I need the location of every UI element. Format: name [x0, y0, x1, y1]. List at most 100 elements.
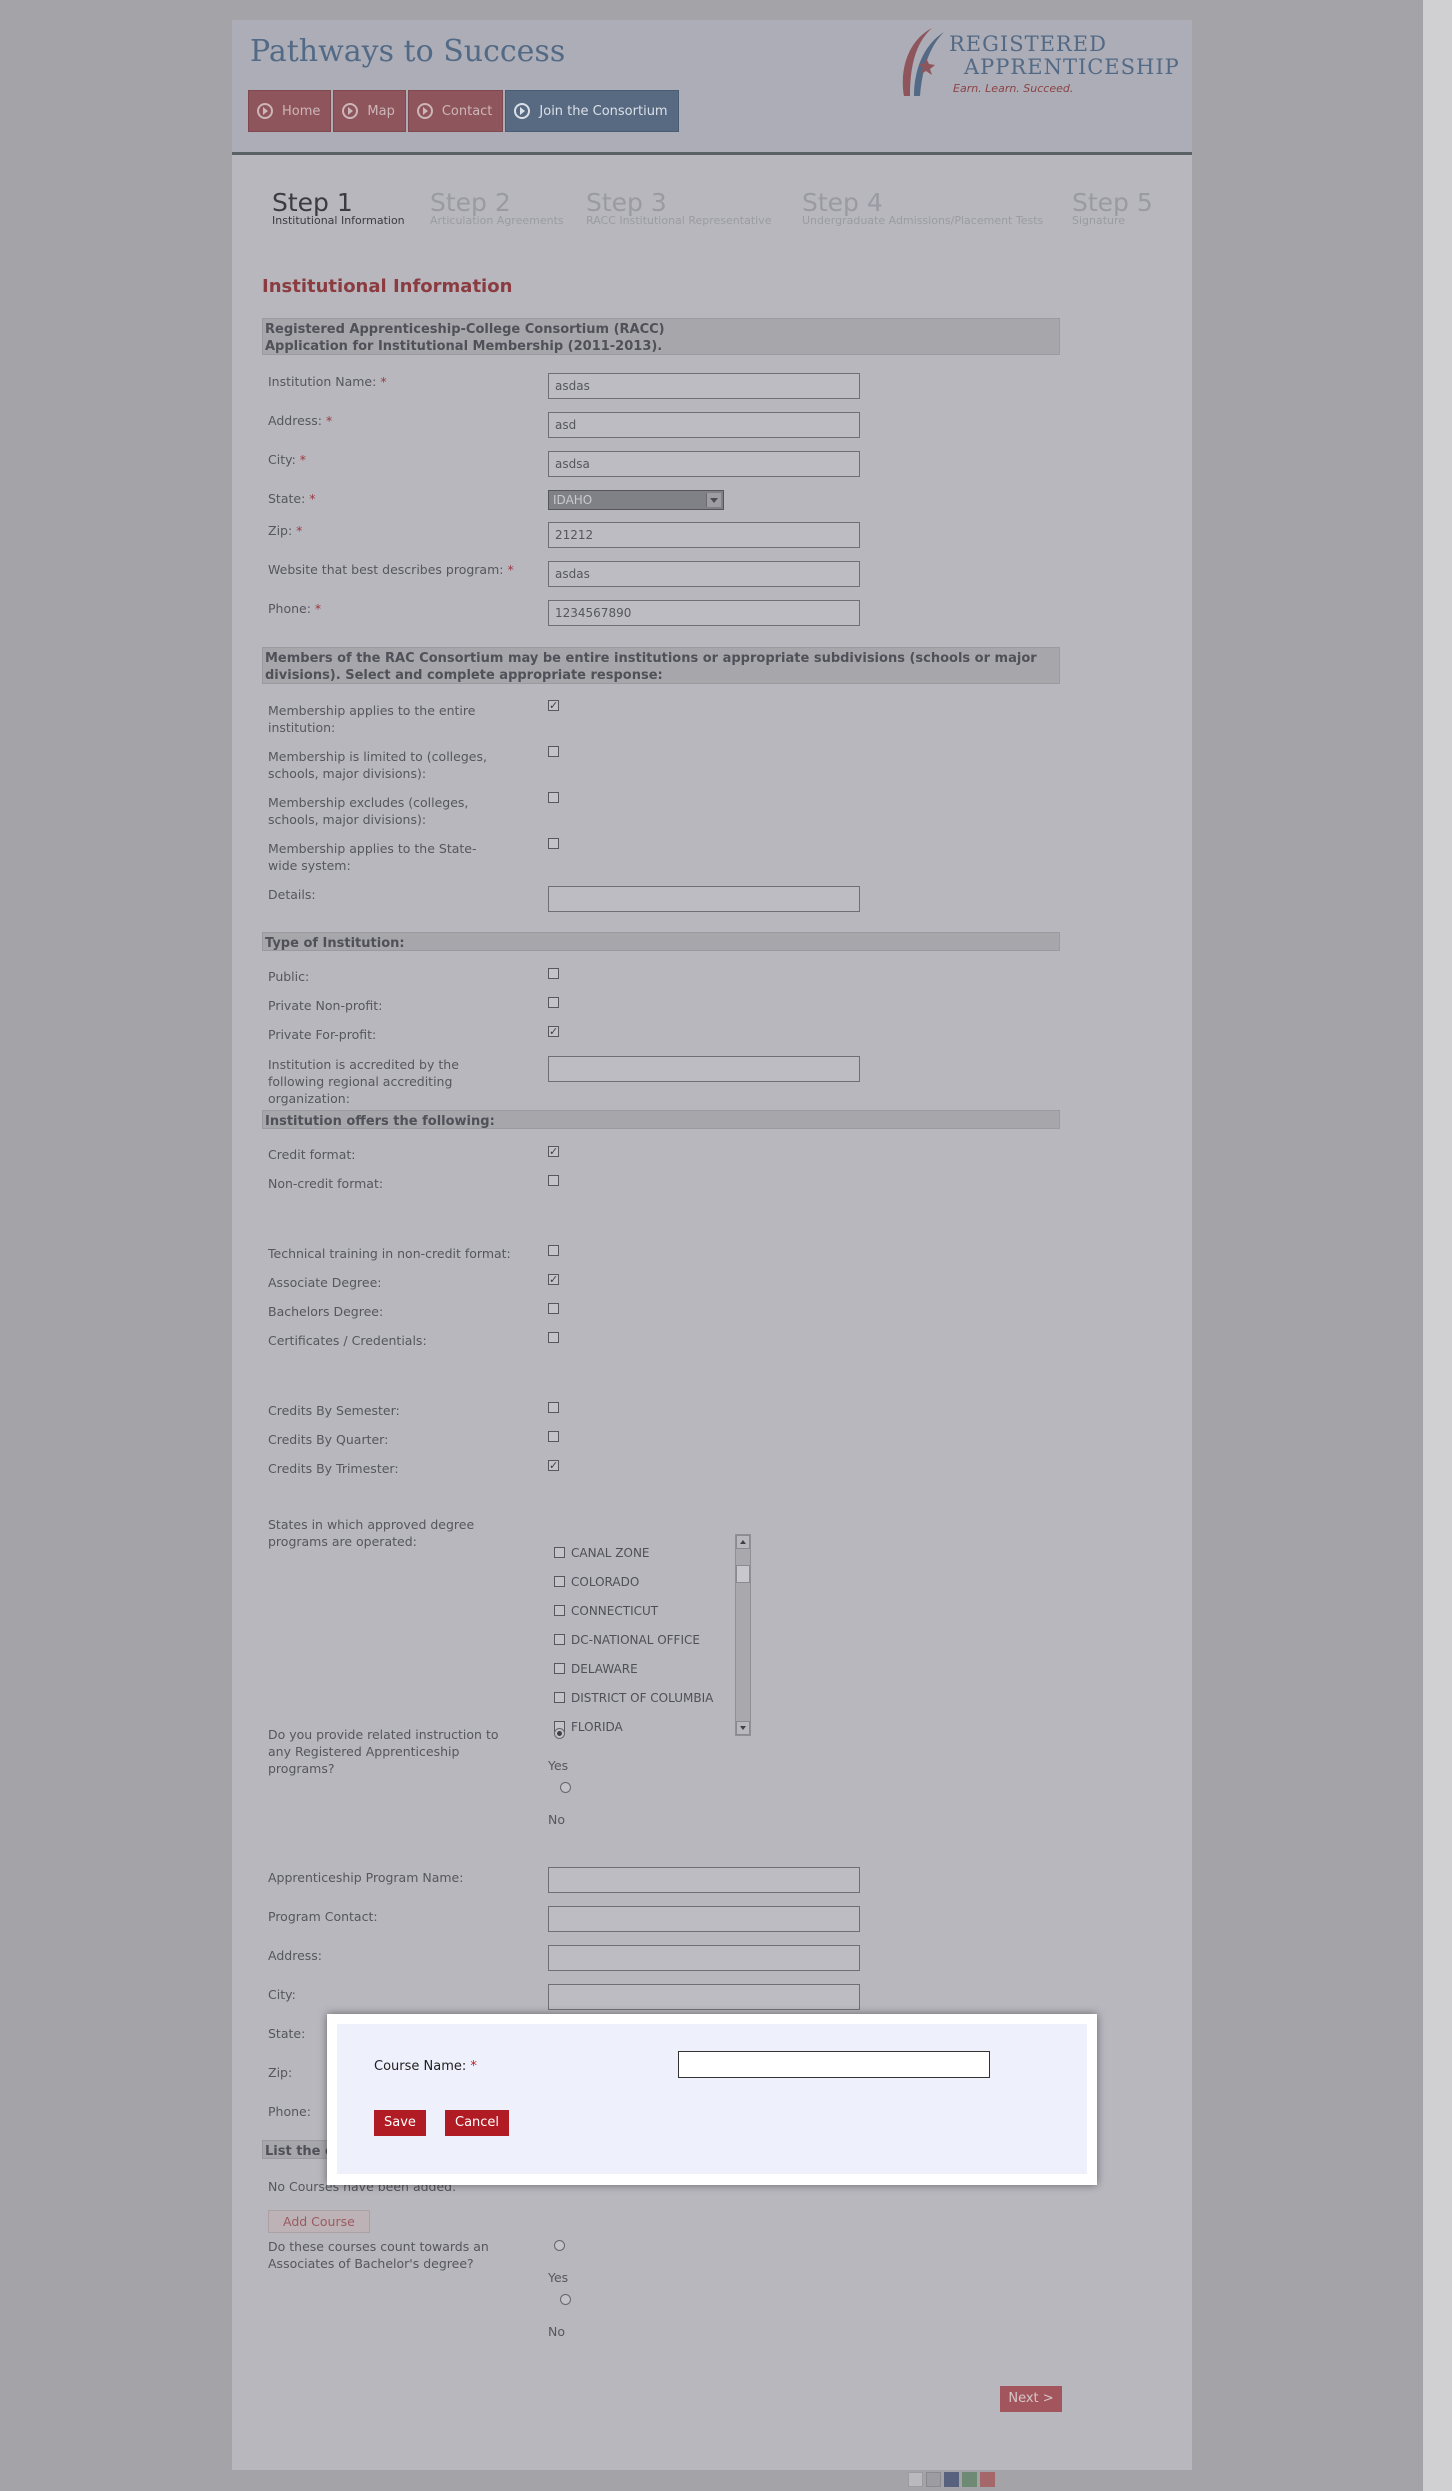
states-scrollbar[interactable] — [735, 1534, 751, 1736]
state-checkbox[interactable] — [554, 1547, 565, 1558]
program-name-input[interactable] — [548, 1867, 860, 1893]
cancel-button[interactable]: Cancel — [445, 2110, 510, 2136]
zip-label: Zip: * — [268, 523, 303, 538]
browser-scrollbar[interactable] — [1423, 0, 1452, 2491]
chevron-down-icon — [706, 493, 721, 507]
list-item[interactable]: COLORADO — [554, 1575, 639, 1589]
address-input[interactable] — [548, 412, 860, 438]
type-public-label: Public: — [268, 969, 310, 984]
details-input[interactable] — [548, 886, 860, 912]
scroll-thumb[interactable] — [736, 1565, 750, 1583]
state-checkbox[interactable] — [554, 1634, 565, 1645]
logo-text-line2: APPRENTICESHIP — [964, 55, 1180, 79]
program-address-label: Address: — [268, 1948, 322, 1963]
add-share-icon[interactable] — [980, 2472, 995, 2487]
phone-input[interactable] — [548, 600, 860, 626]
state-checkbox[interactable] — [554, 1663, 565, 1674]
count-yes-radio[interactable] — [554, 2240, 565, 2251]
section-header-racc: Registered Apprenticeship-College Consor… — [262, 318, 1060, 355]
step-5[interactable]: Step 5 Signature — [1072, 188, 1153, 227]
list-item[interactable]: CONNECTICUT — [554, 1604, 658, 1618]
nav-map[interactable]: Map — [333, 90, 406, 132]
section-header-membership: Members of the RAC Consortium may be ent… — [262, 647, 1060, 684]
certificates-checkbox[interactable] — [548, 1332, 559, 1343]
program-contact-input[interactable] — [548, 1906, 860, 1932]
step-4[interactable]: Step 4 Undergraduate Admissions/Placement… — [802, 188, 1043, 227]
step-2[interactable]: Step 2 Articulation Agreements — [430, 188, 564, 227]
state-checkbox[interactable] — [554, 1605, 565, 1616]
related-yes-radio[interactable] — [554, 1728, 565, 1739]
noncredit-format-checkbox[interactable] — [548, 1175, 559, 1186]
list-item[interactable]: DC-NATIONAL OFFICE — [554, 1633, 700, 1647]
scroll-down-icon[interactable] — [736, 1721, 750, 1735]
email-icon[interactable] — [908, 2472, 923, 2487]
program-city-input[interactable] — [548, 1984, 860, 2010]
program-address-input[interactable] — [548, 1945, 860, 1971]
course-name-input[interactable] — [678, 2051, 990, 2078]
accredited-input[interactable] — [548, 1056, 860, 1082]
type-nonprofit-checkbox[interactable] — [548, 997, 559, 1008]
website-input[interactable] — [548, 561, 860, 587]
step-3[interactable]: Step 3 RACC Institutional Representative — [586, 188, 771, 227]
membership-entire-checkbox[interactable]: ✓ — [548, 700, 559, 711]
type-public-checkbox[interactable] — [548, 968, 559, 979]
list-item[interactable]: CANAL ZONE — [554, 1546, 650, 1560]
website-label: Website that best describes program: * — [268, 562, 514, 577]
list-item[interactable]: DELAWARE — [554, 1662, 638, 1676]
membership-excludes-checkbox[interactable] — [548, 792, 559, 803]
phone-label: Phone: * — [268, 601, 322, 616]
institution-name-input[interactable] — [548, 373, 860, 399]
membership-statewide-checkbox[interactable] — [548, 838, 559, 849]
state-checkbox[interactable] — [554, 1692, 565, 1703]
type-nonprofit-label: Private Non-profit: — [268, 998, 383, 1013]
google-icon[interactable] — [962, 2472, 977, 2487]
credits-trimester-label: Credits By Trimester: — [268, 1461, 399, 1476]
membership-limited-checkbox[interactable] — [548, 746, 559, 757]
list-item[interactable]: DISTRICT OF COLUMBIA — [554, 1691, 713, 1705]
associate-degree-checkbox[interactable]: ✓ — [548, 1274, 559, 1285]
nav-contact[interactable]: Contact — [407, 90, 504, 132]
credits-quarter-checkbox[interactable] — [548, 1431, 559, 1442]
program-name-label: Apprenticeship Program Name: — [268, 1870, 464, 1885]
type-forprofit-checkbox[interactable]: ✓ — [548, 1026, 559, 1037]
program-city-label: City: — [268, 1987, 296, 2002]
step-1[interactable]: Step 1 Institutional Information — [272, 188, 405, 227]
credit-format-label: Credit format: — [268, 1147, 356, 1162]
details-label: Details: — [268, 887, 316, 902]
credits-semester-label: Credits By Semester: — [268, 1403, 400, 1418]
section-header-offers: Institution offers the following: — [262, 1110, 1060, 1129]
credit-format-checkbox[interactable]: ✓ — [548, 1146, 559, 1157]
nav-join-consortium[interactable]: Join the Consortium — [505, 90, 679, 132]
city-input[interactable] — [548, 451, 860, 477]
zip-input[interactable] — [548, 522, 860, 548]
technical-training-label: Technical training in non-credit format: — [268, 1246, 511, 1261]
noncredit-format-label: Non-credit format: — [268, 1176, 384, 1191]
program-contact-label: Program Contact: — [268, 1909, 378, 1924]
count-yes-label: Yes — [548, 2270, 569, 2285]
next-button[interactable]: Next > — [1000, 2386, 1062, 2412]
bachelors-degree-label: Bachelors Degree: — [268, 1304, 384, 1319]
scroll-up-icon[interactable] — [736, 1535, 750, 1549]
count-no-radio[interactable] — [560, 2294, 571, 2305]
add-course-modal: Course Name: * Save Cancel — [327, 2014, 1097, 2185]
related-no-label: No — [548, 1812, 565, 1827]
add-course-button[interactable]: Add Course — [268, 2210, 370, 2233]
bachelors-degree-checkbox[interactable] — [548, 1303, 559, 1314]
credits-quarter-label: Credits By Quarter: — [268, 1432, 389, 1447]
print-icon[interactable] — [926, 2472, 941, 2487]
nav-home[interactable]: Home — [248, 90, 332, 132]
course-name-label: Course Name: * — [374, 2059, 477, 2074]
credits-semester-checkbox[interactable] — [548, 1402, 559, 1413]
state-checkbox[interactable] — [554, 1576, 565, 1587]
related-no-radio[interactable] — [560, 1782, 571, 1793]
state-select[interactable]: IDAHO — [548, 490, 724, 510]
states-list: CANAL ZONE COLORADO CONNECTICUT DC-NATIO… — [548, 1532, 750, 1735]
logo-text-line1: REGISTERED — [949, 32, 1107, 56]
membership-excludes-label: Membership excludes (colleges, schools, … — [268, 795, 469, 827]
facebook-icon[interactable] — [944, 2472, 959, 2487]
save-button[interactable]: Save — [374, 2110, 426, 2136]
technical-training-checkbox[interactable] — [548, 1245, 559, 1256]
membership-entire-label: Membership applies to the entire institu… — [268, 703, 476, 735]
credits-trimester-checkbox[interactable]: ✓ — [548, 1460, 559, 1471]
certificates-label: Certificates / Credentials: — [268, 1333, 427, 1348]
